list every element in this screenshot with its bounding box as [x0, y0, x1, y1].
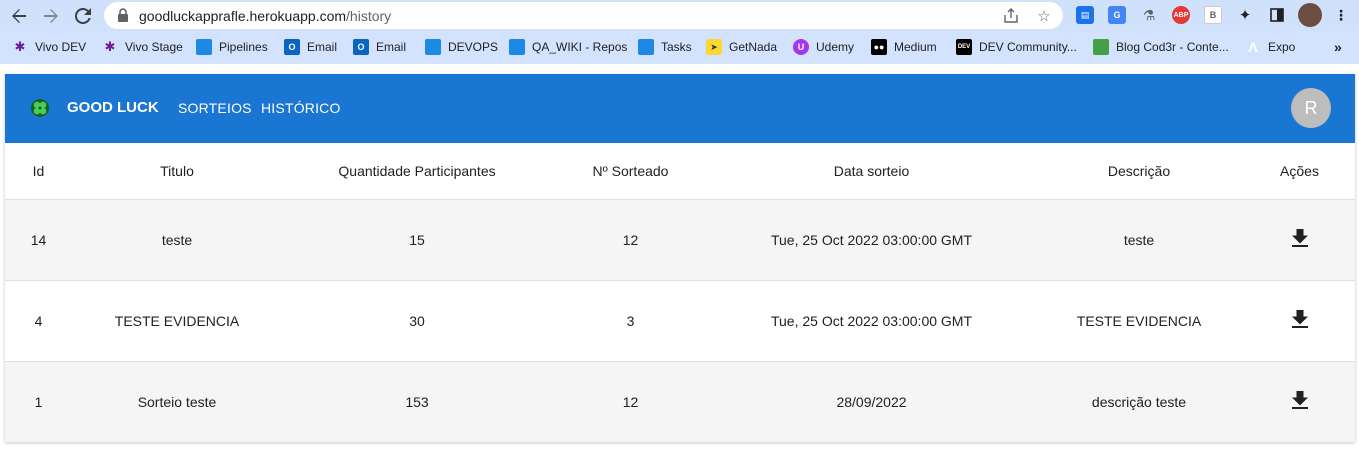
udemy-icon: U	[793, 39, 809, 55]
menu-dots-icon[interactable]: ⋮	[1332, 6, 1350, 24]
avatar[interactable]: R	[1291, 88, 1331, 128]
cell-participantes: 153	[282, 361, 552, 443]
app-bar: GOOD LUCK SORTEIOS HISTÓRICO R	[5, 74, 1355, 143]
cell-id: 4	[5, 280, 72, 362]
table-row: 4 TESTE EVIDENCIA 30 3 Tue, 25 Oct 2022 …	[5, 280, 1355, 362]
cell-sorteado: 12	[552, 199, 709, 281]
getnada-icon: ➤	[706, 39, 722, 55]
bookmark-pipelines[interactable]: Pipelines	[196, 39, 268, 55]
table-row: 1 Sorteio teste 153 12 28/09/2022 descri…	[5, 361, 1355, 443]
cell-acoes	[1244, 280, 1355, 362]
cell-descricao: descrição teste	[1034, 361, 1244, 443]
download-icon[interactable]	[1291, 391, 1308, 409]
nav-historico[interactable]: HISTÓRICO	[261, 100, 341, 116]
cell-titulo: TESTE EVIDENCIA	[72, 280, 282, 362]
outlook-icon: O	[353, 39, 369, 55]
bookmarks-overflow-icon[interactable]: »	[1334, 39, 1342, 55]
bookmark-vivo-stage[interactable]: ✱ Vivo Stage	[102, 39, 183, 55]
header-descricao: Descrição	[1034, 143, 1244, 200]
cell-sorteado: 12	[552, 361, 709, 443]
bookmarks-bar: ✱ Vivo DEV ✱ Vivo Stage Pipelines O Email O…	[0, 31, 1359, 64]
cell-data: Tue, 25 Oct 2022 03:00:00 GMT	[709, 199, 1034, 281]
lock-icon	[118, 8, 128, 22]
bookmark-vivo-dev[interactable]: ✱ Vivo DEV	[12, 39, 87, 55]
extension-translate-icon[interactable]: G	[1108, 6, 1126, 24]
header-titulo: Titulo	[72, 143, 282, 200]
bookmark-email-1[interactable]: O Email	[284, 39, 337, 55]
forward-icon[interactable]	[39, 4, 63, 28]
cod3r-icon	[1093, 39, 1109, 55]
cell-participantes: 30	[282, 280, 552, 362]
extensions-puzzle-icon[interactable]: ✦	[1236, 6, 1254, 24]
star-icon[interactable]: ☆	[1035, 7, 1053, 25]
clover-icon	[31, 99, 49, 117]
table-row: 14 teste 15 12 Tue, 25 Oct 2022 03:00:00…	[5, 199, 1355, 281]
bookmark-qa-wiki[interactable]: QA_WIKI - Repos	[509, 39, 627, 55]
cell-data: Tue, 25 Oct 2022 03:00:00 GMT	[709, 280, 1034, 362]
bookmark-blog-cod3r[interactable]: Blog Cod3r - Conte...	[1093, 39, 1229, 55]
bookmark-medium[interactable]: ●● Medium	[871, 39, 937, 55]
bookmark-udemy[interactable]: U Udemy	[793, 39, 854, 55]
extension-flask-icon[interactable]: ⚗	[1140, 6, 1158, 24]
bookmark-email-2[interactable]: O Email	[353, 39, 406, 55]
bookmark-expo[interactable]: Λ Expo	[1245, 39, 1295, 55]
cell-id: 14	[5, 199, 72, 281]
header-id: Id	[5, 143, 72, 200]
azure-devops-icon	[196, 39, 212, 55]
bookmark-devops[interactable]: DEVOPS	[425, 39, 498, 55]
extension-b-icon[interactable]: B	[1204, 6, 1222, 24]
share-icon[interactable]	[1002, 7, 1020, 25]
history-table: Id Titulo Quantidade Participantes Nº So…	[5, 143, 1355, 443]
cell-participantes: 15	[282, 199, 552, 281]
vivo-icon: ✱	[104, 39, 116, 54]
bookmark-tasks[interactable]: Tasks	[638, 39, 692, 55]
extension-adblock-icon[interactable]: ABP	[1172, 6, 1190, 24]
azure-devops-icon	[425, 39, 441, 55]
app-container: GOOD LUCK SORTEIOS HISTÓRICO R Id Titulo…	[5, 74, 1355, 443]
header-data: Data sorteio	[709, 143, 1034, 200]
azure-devops-icon	[638, 39, 654, 55]
azure-devops-icon	[509, 39, 525, 55]
cell-titulo: Sorteio teste	[72, 361, 282, 443]
back-icon[interactable]	[7, 4, 31, 28]
cell-id: 1	[5, 361, 72, 443]
download-icon[interactable]	[1291, 310, 1308, 328]
address-bar[interactable]: goodluckapprafle.herokuapp.com/history ☆	[104, 2, 1063, 29]
header-participantes: Quantidade Participantes	[282, 143, 552, 200]
dev-icon: DEV	[956, 39, 972, 55]
vivo-icon: ✱	[14, 39, 26, 54]
url-text: goodluckapprafle.herokuapp.com/history	[139, 8, 392, 24]
cell-data: 28/09/2022	[709, 361, 1034, 443]
bookmark-getnada[interactable]: ➤ GetNada	[706, 39, 777, 55]
table-header-row: Id Titulo Quantidade Participantes Nº So…	[5, 143, 1355, 200]
browser-toolbar: goodluckapprafle.herokuapp.com/history ☆…	[0, 0, 1359, 31]
bookmark-dev-community[interactable]: DEV DEV Community...	[956, 39, 1077, 55]
header-sorteado: Nº Sorteado	[552, 143, 709, 200]
download-icon[interactable]	[1291, 229, 1308, 247]
profile-avatar-icon[interactable]	[1298, 3, 1322, 27]
app-brand[interactable]: GOOD LUCK	[67, 99, 159, 116]
cell-descricao: teste	[1034, 199, 1244, 281]
side-panel-icon[interactable]	[1268, 6, 1286, 24]
reload-icon[interactable]	[71, 4, 95, 28]
cell-descricao: TESTE EVIDENCIA	[1034, 280, 1244, 362]
cell-acoes	[1244, 199, 1355, 281]
expo-icon: Λ	[1248, 39, 1258, 55]
nav-sorteios[interactable]: SORTEIOS	[178, 100, 252, 116]
extension-contact-icon[interactable]: ▤	[1076, 6, 1094, 24]
cell-acoes	[1244, 361, 1355, 443]
outlook-icon: O	[284, 39, 300, 55]
cell-sorteado: 3	[552, 280, 709, 362]
medium-icon: ●●	[871, 39, 887, 55]
header-acoes: Ações	[1244, 143, 1355, 200]
cell-titulo: teste	[72, 199, 282, 281]
